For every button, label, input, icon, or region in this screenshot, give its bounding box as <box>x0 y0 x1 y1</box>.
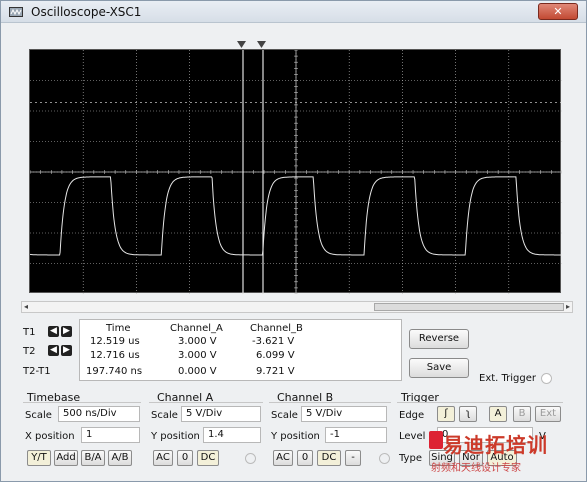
scope-display[interactable] <box>29 49 562 294</box>
mode-ab-button[interactable]: A/B <box>108 450 132 466</box>
channel-b-ac-button[interactable]: AC <box>273 450 293 466</box>
x-position-field[interactable]: 1 <box>81 427 140 443</box>
channel-a-color-icon[interactable] <box>245 453 256 464</box>
row3-time: 197.740 ns <box>86 366 143 377</box>
channel-b-color-icon[interactable] <box>379 453 390 464</box>
channel-b-divider <box>269 402 391 403</box>
row1-channel-b: -3.621 V <box>252 336 295 347</box>
trigger-level-label: Level <box>399 431 426 442</box>
channel-b-ypos-field[interactable]: -1 <box>325 427 387 443</box>
scroll-thumb[interactable] <box>374 303 564 311</box>
channel-b-scale-field[interactable]: 5 V/Div <box>301 406 387 422</box>
header-channel-b: Channel_B <box>250 323 303 334</box>
oscilloscope-app-icon <box>9 7 23 17</box>
ext-trigger-connector[interactable] <box>541 373 552 384</box>
mode-ba-button[interactable]: B/A <box>81 450 105 466</box>
reverse-button[interactable]: Reverse <box>409 329 469 349</box>
oscilloscope-window: Oscilloscope-XSC1 ✕ ◂ ▸ T1 ◀ ▶ T2 ◀ ▶ T2… <box>0 0 587 482</box>
row1-channel-a: 3.000 V <box>178 336 217 347</box>
channel-a-ypos-label: Y position <box>151 431 200 442</box>
channel-b-dc-button[interactable]: DC <box>317 450 341 466</box>
row3-channel-a: 0.000 V <box>178 366 217 377</box>
cursor-1-handle-icon <box>237 41 246 48</box>
t2-t1-label: T2-T1 <box>23 366 51 377</box>
t1-left-arrow-icon[interactable]: ◀ <box>48 326 59 337</box>
header-time: Time <box>106 323 131 334</box>
watermark-line-1: 易迪拓培训 <box>443 433 548 457</box>
scope-graph <box>30 50 562 294</box>
channel-a-scale-label: Scale <box>151 410 178 421</box>
row2-channel-b: 6.099 V <box>256 350 295 361</box>
t2-right-arrow-icon[interactable]: ▶ <box>61 345 72 356</box>
horizontal-scrollbar[interactable]: ◂ ▸ <box>21 301 573 313</box>
trigger-type-label: Type <box>399 453 422 464</box>
channel-a-zero-button[interactable]: 0 <box>177 450 193 466</box>
row2-time: 12.716 us <box>90 350 140 361</box>
trigger-source-a-button[interactable]: A <box>489 406 507 422</box>
t1-right-arrow-icon[interactable]: ▶ <box>61 326 72 337</box>
trigger-edge-label: Edge <box>399 410 425 421</box>
x-position-label: X position <box>25 431 75 442</box>
header-channel-a: Channel_A <box>170 323 223 334</box>
close-button[interactable]: ✕ <box>538 3 578 20</box>
timebase-divider <box>23 402 141 403</box>
t2-left-arrow-icon[interactable]: ◀ <box>48 345 59 356</box>
channel-a-ac-button[interactable]: AC <box>153 450 173 466</box>
window-title: Oscilloscope-XSC1 <box>31 5 142 19</box>
channel-b-invert-button[interactable]: - <box>345 450 361 466</box>
save-button[interactable]: Save <box>409 358 469 378</box>
watermark-logo-icon <box>429 431 443 449</box>
channel-a-dc-button[interactable]: DC <box>197 450 219 466</box>
trigger-divider <box>397 402 563 403</box>
t1-label: T1 <box>23 327 36 338</box>
edge-rising-button[interactable]: ʃ <box>437 406 455 422</box>
watermark: 易迪拓培训 射频和天线设计专家 <box>429 429 581 479</box>
edge-falling-button[interactable]: ʅ <box>459 406 477 422</box>
row2-channel-a: 3.000 V <box>178 350 217 361</box>
row1-time: 12.519 us <box>90 336 140 347</box>
scroll-right-icon[interactable]: ▸ <box>566 302 570 311</box>
timebase-scale-field[interactable]: 500 ns/Div <box>58 406 140 422</box>
mode-yt-button[interactable]: Y/T <box>27 450 51 466</box>
channel-b-ypos-label: Y position <box>271 431 320 442</box>
timebase-scale-label: Scale <box>25 410 52 421</box>
trigger-source-b-button[interactable]: B <box>513 406 531 422</box>
channel-b-zero-button[interactable]: 0 <box>297 450 313 466</box>
cursor-2-handle-icon <box>257 41 266 48</box>
mode-add-button[interactable]: Add <box>54 450 78 466</box>
cursor-readout-table: Time Channel_A Channel_B 12.519 us 3.000… <box>79 319 402 381</box>
title-bar: Oscilloscope-XSC1 ✕ <box>1 1 586 23</box>
trigger-source-ext-button[interactable]: Ext <box>535 406 561 422</box>
t2-label: T2 <box>23 346 36 357</box>
scroll-left-icon[interactable]: ◂ <box>24 302 28 311</box>
channel-a-divider <box>149 402 263 403</box>
ext-trigger-label: Ext. Trigger <box>479 373 537 384</box>
channel-a-scale-field[interactable]: 5 V/Div <box>181 406 261 422</box>
channel-b-scale-label: Scale <box>271 410 298 421</box>
row3-channel-b: 9.721 V <box>256 366 295 377</box>
watermark-line-2: 射频和天线设计专家 <box>431 463 521 474</box>
channel-a-ypos-field[interactable]: 1.4 <box>203 427 261 443</box>
